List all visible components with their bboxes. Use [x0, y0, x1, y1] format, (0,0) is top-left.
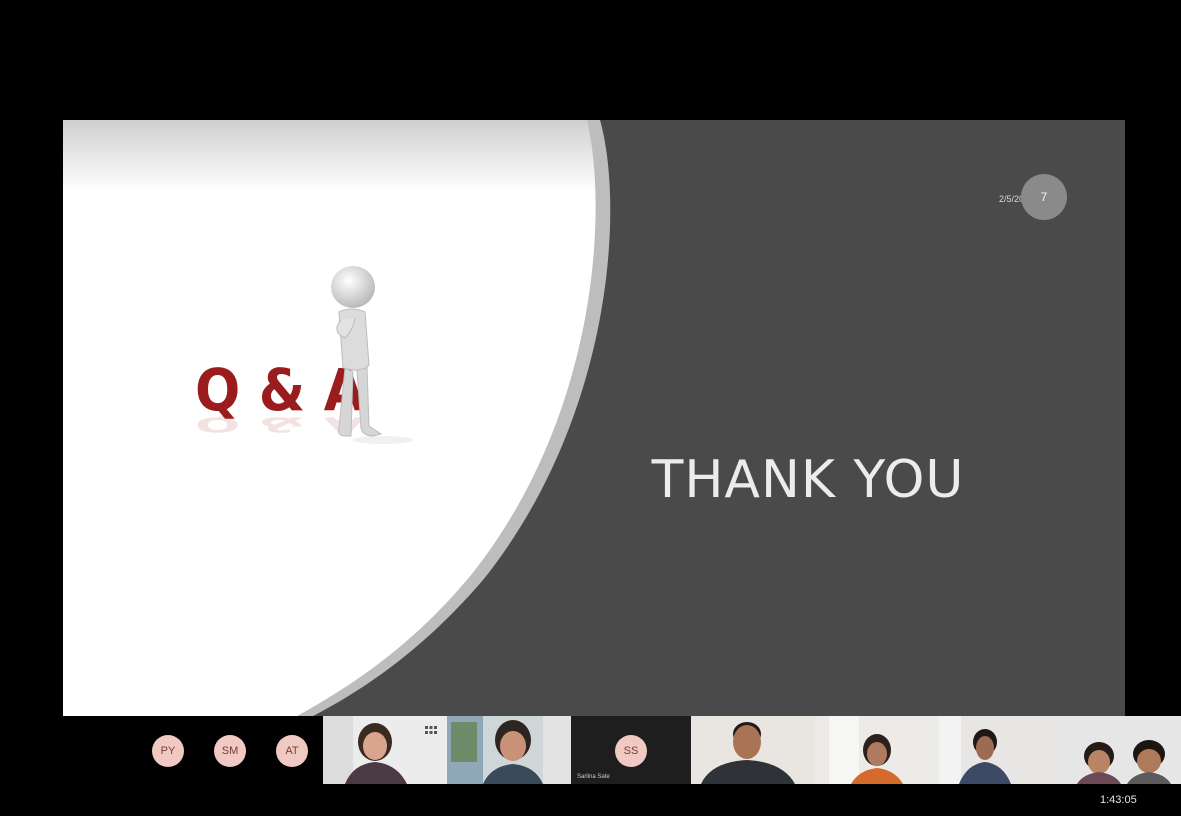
participant-video-image	[939, 716, 1063, 784]
participant-strip: PY SM AT SS Sarlina Sate	[0, 716, 1181, 784]
grid-view-icon[interactable]	[425, 726, 437, 734]
participant-avatar-py[interactable]: PY	[152, 735, 184, 767]
participant-avatar-ss: SS	[615, 735, 647, 767]
participant-name-label: Sarlina Sate	[577, 774, 610, 780]
participant-video-image	[1063, 716, 1181, 784]
meeting-elapsed-timer: 1:43:05	[1100, 794, 1137, 806]
participant-tile-ss[interactable]: SS Sarlina Sate	[571, 716, 691, 784]
slide-title: THANK YOU	[651, 450, 965, 510]
participant-video-tile[interactable]	[447, 716, 571, 784]
participant-video-tile[interactable]	[691, 716, 815, 784]
slide-number-badge: 7	[1021, 174, 1067, 220]
qa-illustration: Q & A Q & A	[195, 266, 413, 444]
participant-video-image	[447, 716, 571, 784]
shared-slide: Q & A Q & A 2/5/2022 7 THANK YOU	[63, 120, 1125, 716]
participant-video-tile[interactable]	[323, 716, 447, 784]
participant-video-tile[interactable]	[1063, 716, 1181, 784]
participant-video-image	[815, 716, 939, 784]
participant-video-image	[691, 716, 815, 784]
participant-video-tile[interactable]	[939, 716, 1063, 784]
participant-video-tile[interactable]	[815, 716, 939, 784]
meeting-window: Q & A Q & A 2/5/2022 7 THANK YOU PY SM A…	[0, 0, 1181, 816]
participant-avatar-at[interactable]: AT	[276, 735, 308, 767]
participant-avatar-sm[interactable]: SM	[214, 735, 246, 767]
